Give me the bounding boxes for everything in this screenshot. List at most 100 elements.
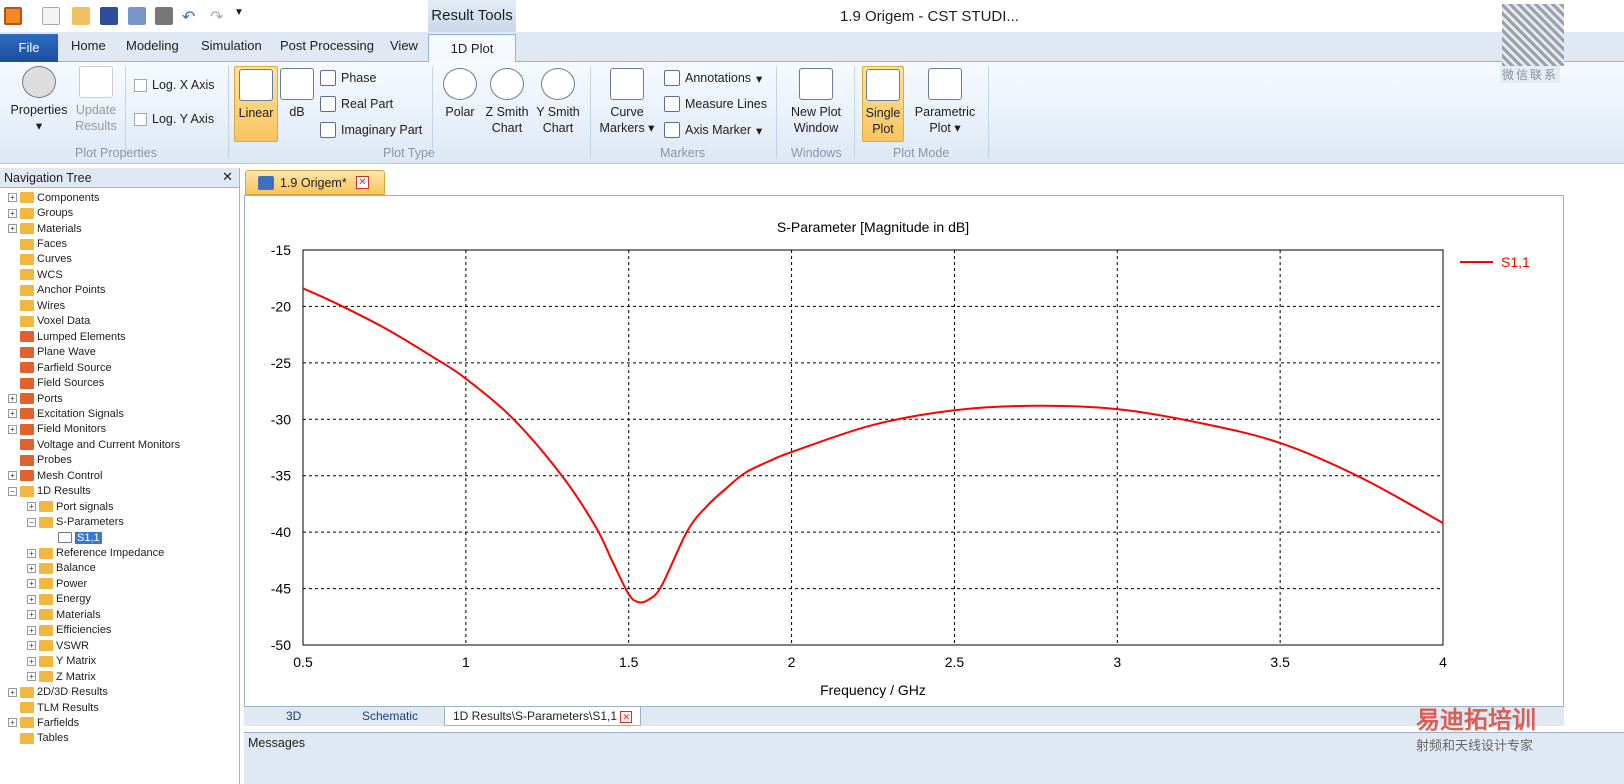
tree-item[interactable]: + Groups	[8, 205, 73, 220]
tree-item[interactable]: Voxel Data	[8, 314, 90, 329]
app-logo-icon[interactable]	[4, 7, 22, 25]
open-folder-icon[interactable]	[72, 7, 90, 25]
parametric-plot-button[interactable]: Parametric Plot ▾	[910, 68, 980, 136]
print-icon[interactable]	[155, 7, 173, 25]
document-tab[interactable]: 1.9 Origem* ✕	[245, 170, 385, 195]
tree-item[interactable]: + Balance	[27, 561, 96, 576]
new-file-icon[interactable]	[42, 7, 60, 25]
tree-item[interactable]: Curves	[8, 252, 72, 267]
expand-toggle[interactable]: +	[8, 687, 17, 697]
customize-qat-icon[interactable]: ▼	[234, 7, 252, 25]
tree-item[interactable]: + Ports	[8, 391, 63, 406]
expand-toggle[interactable]: +	[27, 625, 36, 635]
tree-item[interactable]: +2D/3D Results	[8, 684, 108, 699]
expand-toggle[interactable]: −	[8, 486, 17, 496]
log-x-axis-checkbox[interactable]: Log. X Axis	[134, 78, 215, 92]
tree-item[interactable]: + Components	[8, 190, 99, 205]
expand-toggle[interactable]: +	[8, 718, 17, 728]
tree-item[interactable]: + Materials	[8, 221, 82, 236]
tree-item[interactable]: Plane Wave	[8, 345, 96, 360]
real-part-button[interactable]: Real Part	[320, 96, 393, 112]
tree-item[interactable]: + Port signals	[27, 499, 113, 514]
tree-item[interactable]: Faces	[8, 236, 67, 251]
measure-lines-button[interactable]: Measure Lines	[664, 96, 767, 112]
close-icon[interactable]: ✕	[222, 169, 233, 185]
new-plot-window-button[interactable]: New Plot Window	[786, 68, 846, 136]
polar-button[interactable]: Polar	[440, 68, 480, 120]
db-button[interactable]: dB	[280, 68, 314, 120]
s-parameter-chart[interactable]: 0.5 1 1.5 2 2.5 3 3.5 4 -15 -20 -25 -30 -35 -40 -45 -50…	[245, 196, 1563, 706]
expand-toggle[interactable]: +	[27, 548, 36, 558]
tab-view[interactable]: View	[390, 38, 418, 53]
save-icon[interactable]	[100, 7, 118, 25]
tree-item[interactable]: + Y Matrix	[27, 654, 96, 669]
expand-toggle[interactable]: +	[27, 579, 36, 589]
tab-modeling[interactable]: Modeling	[126, 38, 179, 53]
expand-toggle[interactable]: +	[27, 641, 36, 651]
tree-item[interactable]: Anchor Points	[8, 283, 105, 298]
tab-3d[interactable]: 3D	[286, 709, 301, 723]
tree-item[interactable]: WCS	[8, 267, 63, 282]
tree-item[interactable]: S1,1	[46, 530, 102, 545]
single-plot-button[interactable]: Single Plot	[862, 66, 904, 142]
tab-1d-plot[interactable]: 1D Plot	[428, 34, 516, 63]
expand-toggle[interactable]: +	[27, 610, 36, 620]
annotations-button[interactable]: Annotations ▾	[664, 70, 762, 86]
tree-item[interactable]: + VSWR	[27, 638, 89, 653]
expand-toggle[interactable]: +	[8, 424, 17, 434]
imaginary-part-button[interactable]: Imaginary Part	[320, 122, 422, 138]
tab-simulation[interactable]: Simulation	[201, 38, 262, 53]
expand-toggle[interactable]: +	[27, 594, 36, 604]
expand-toggle[interactable]: +	[8, 394, 17, 404]
tab-post-processing[interactable]: Post Processing	[280, 38, 374, 53]
expand-toggle[interactable]: +	[8, 224, 17, 234]
curve-markers-button[interactable]: Curve Markers ▾	[598, 68, 656, 136]
log-y-axis-checkbox[interactable]: Log. Y Axis	[134, 112, 214, 126]
tree-item[interactable]: Probes	[8, 453, 72, 468]
tree-item[interactable]: + Energy	[27, 592, 91, 607]
tree-item[interactable]: + Power	[27, 576, 87, 591]
tree-item[interactable]: Lumped Elements	[8, 329, 126, 344]
expand-toggle[interactable]: +	[8, 208, 17, 218]
tree-item[interactable]: Voltage and Current Monitors	[8, 437, 180, 452]
tree-item[interactable]: Wires	[8, 298, 65, 313]
tab-schematic[interactable]: Schematic	[362, 709, 418, 723]
tree-item[interactable]: + Efficiencies	[27, 623, 111, 638]
linear-button[interactable]: Linear	[234, 66, 278, 142]
update-results-button[interactable]: Update Results	[72, 66, 120, 134]
expand-toggle[interactable]: +	[27, 563, 36, 573]
tree-item[interactable]: − 1D Results	[8, 484, 91, 499]
z-smith-chart-button[interactable]: Z Smith Chart	[484, 68, 530, 136]
tree-item[interactable]: Tables	[8, 731, 69, 746]
tree-item[interactable]: + Z Matrix	[27, 669, 96, 684]
tree-item[interactable]: + Mesh Control	[8, 468, 102, 483]
tree-item[interactable]: TLM Results	[8, 700, 99, 715]
axis-marker-button[interactable]: Axis Marker ▾	[664, 122, 762, 138]
expand-toggle[interactable]: −	[27, 517, 36, 527]
tree-item[interactable]: + Excitation Signals	[8, 406, 124, 421]
close-tab-icon[interactable]: ✕	[620, 711, 633, 723]
expand-toggle[interactable]: +	[8, 409, 17, 419]
tree-item[interactable]: + Field Monitors	[8, 422, 106, 437]
undo-icon[interactable]: ↶	[182, 7, 200, 26]
expand-toggle[interactable]: +	[27, 502, 36, 512]
tree-item[interactable]: Field Sources	[8, 375, 104, 390]
tree-item[interactable]: − S-Parameters	[27, 514, 124, 529]
phase-button[interactable]: Phase	[320, 70, 376, 86]
expand-toggle[interactable]: +	[8, 193, 17, 203]
expand-toggle[interactable]: +	[27, 656, 36, 666]
close-tab-icon[interactable]: ✕	[356, 176, 369, 189]
tree-item[interactable]: + Farfields	[8, 715, 79, 730]
tab-home[interactable]: Home	[71, 38, 106, 53]
expand-toggle[interactable]: +	[27, 672, 36, 682]
redo-icon[interactable]: ↷	[210, 7, 228, 26]
expand-toggle[interactable]: +	[8, 471, 17, 481]
tree-item[interactable]: + Materials	[27, 607, 101, 622]
save-all-icon[interactable]	[128, 7, 146, 25]
tree-item[interactable]: + Reference Impedance	[27, 545, 164, 560]
tree-item[interactable]: Farfield Source	[8, 360, 112, 375]
tab-file[interactable]: File	[0, 34, 58, 62]
properties-button[interactable]: Properties ▾	[8, 66, 70, 134]
y-smith-chart-button[interactable]: Y Smith Chart	[534, 68, 582, 136]
tab-s11-result[interactable]: 1D Results\S-Parameters\S1,1 ✕	[444, 707, 642, 726]
